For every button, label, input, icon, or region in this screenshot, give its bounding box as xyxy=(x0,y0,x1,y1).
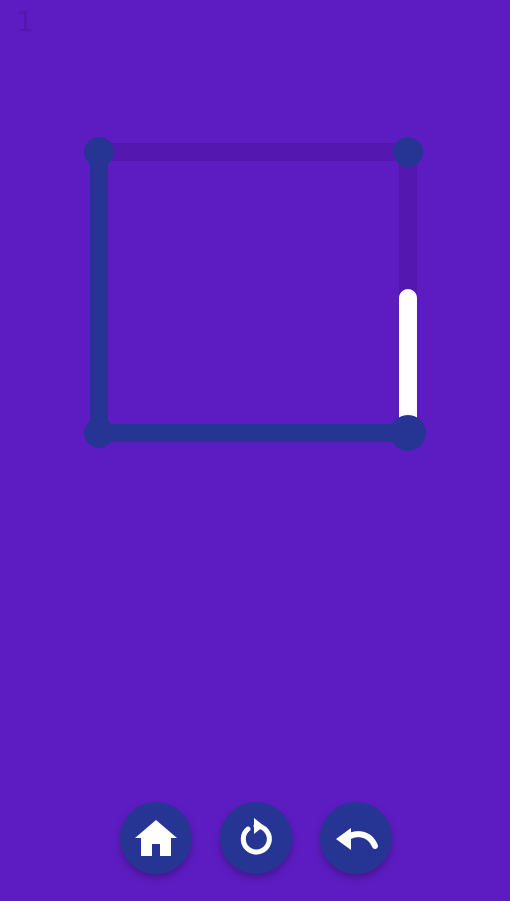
puzzle-board[interactable] xyxy=(0,0,510,901)
node-bottom-left[interactable] xyxy=(84,418,114,448)
home-button[interactable] xyxy=(120,802,192,874)
home-icon xyxy=(135,820,177,856)
node-bottom-right-active[interactable] xyxy=(390,415,426,451)
node-top-right[interactable] xyxy=(393,137,423,167)
node-top-left[interactable] xyxy=(84,137,114,167)
restart-icon xyxy=(240,818,272,855)
undo-button[interactable] xyxy=(320,802,392,874)
restart-button[interactable] xyxy=(220,802,292,874)
undo-icon xyxy=(336,828,378,850)
control-bar xyxy=(0,802,510,874)
